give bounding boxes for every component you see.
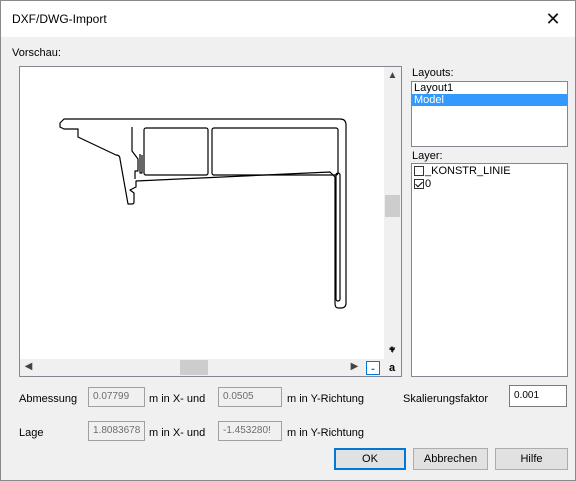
layer-checkbox[interactable]: [414, 165, 424, 176]
horizontal-scrollbar[interactable]: ◀ ▶ -: [20, 359, 384, 376]
lage-y-unit: m in Y-Richtung: [287, 427, 365, 439]
scroll-left-icon[interactable]: ◀: [20, 361, 37, 372]
layer-item-0[interactable]: 0: [412, 177, 567, 190]
profile-inner-hook: [139, 154, 143, 174]
zoom-fit-button[interactable]: a: [385, 361, 399, 375]
profile-inner-wall: [131, 127, 139, 179]
help-button[interactable]: Hilfe: [495, 448, 568, 470]
vertical-scroll-thumb[interactable]: [385, 195, 400, 217]
title-bar: DXF/DWG-Import ✕: [1, 1, 575, 37]
list-item-model[interactable]: Model: [412, 94, 567, 106]
vertical-scrollbar[interactable]: ▲ ▼: [384, 67, 401, 359]
scale-label: Skalierungsfaktor: [403, 393, 488, 405]
drawing-canvas[interactable]: [20, 67, 384, 359]
abmessung-label: Abmessung: [19, 393, 78, 405]
zoom-in-button[interactable]: +: [385, 343, 399, 357]
profile-outline: [59, 118, 347, 309]
abmessung-x-field: 0.07799: [88, 387, 145, 407]
profile-leg-inner: [335, 172, 341, 302]
layer-list[interactable]: _KONSTR_LINIE 0: [411, 163, 568, 377]
lage-x-unit: m in X- und: [149, 427, 206, 439]
layouts-list[interactable]: Layout1 Model: [411, 81, 568, 147]
dxf-import-dialog: DXF/DWG-Import ✕ Vorschau: ▲ ▼ ◀ ▶ - + a…: [0, 0, 576, 481]
layer-item-label: _KONSTR_LINIE: [425, 164, 511, 177]
layer-item-label: 0: [425, 177, 432, 190]
layer-label: Layer:: [412, 150, 443, 162]
layer-checkbox-checked[interactable]: [414, 178, 424, 189]
lage-x-field: 1.8083678: [88, 421, 145, 441]
horizontal-scroll-thumb[interactable]: [180, 360, 208, 375]
layouts-label: Layouts:: [412, 67, 454, 79]
abmessung-y-field: 0.0505: [218, 387, 282, 407]
close-icon[interactable]: ✕: [531, 1, 575, 37]
layer-item-konstr-linie[interactable]: _KONSTR_LINIE: [412, 164, 567, 177]
abmessung-x-unit: m in X- und: [149, 393, 206, 405]
lage-y-field: -1.453280!: [218, 421, 282, 441]
lage-label: Lage: [19, 427, 44, 439]
profile-chamber-left: [143, 127, 209, 176]
cancel-button[interactable]: Abbrechen: [413, 448, 488, 470]
abmessung-y-unit: m in Y-Richtung: [287, 393, 365, 405]
preview-pane[interactable]: ▲ ▼ ◀ ▶ - + a: [19, 66, 402, 377]
scroll-up-icon[interactable]: ▲: [384, 70, 401, 81]
scroll-right-icon[interactable]: ▶: [346, 361, 363, 372]
zoom-out-button[interactable]: -: [366, 361, 380, 375]
profile-chamber-right: [211, 127, 339, 176]
scroll-corner: + a: [384, 344, 401, 376]
profile-drawing: [59, 118, 347, 309]
scale-input[interactable]: 0.001: [509, 385, 567, 407]
window-title: DXF/DWG-Import: [12, 12, 107, 26]
preview-label: Vorschau:: [12, 47, 61, 59]
list-item-layout1[interactable]: Layout1: [412, 82, 567, 94]
ok-button[interactable]: OK: [334, 448, 406, 470]
